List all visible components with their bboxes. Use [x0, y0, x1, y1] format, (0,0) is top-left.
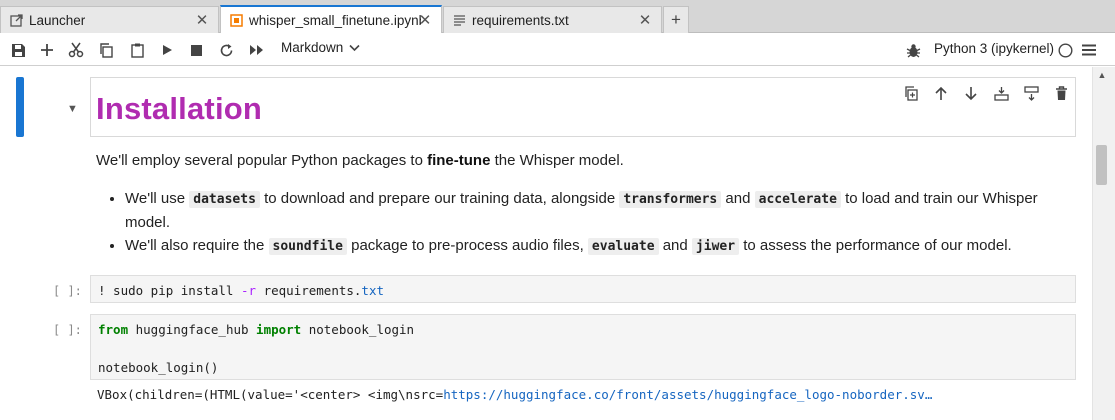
execution-prompt: [ ]: — [53, 323, 82, 337]
collapse-heading-icon[interactable]: ▼ — [67, 103, 78, 115]
tab-label: whisper_small_finetune.ipynb — [249, 12, 421, 28]
notebook-toolbar: Markdown Python 3 (ipykernel) — [0, 33, 1115, 66]
package-list: We'll use datasets to download and prepa… — [96, 187, 1056, 258]
cell-actions — [900, 83, 1072, 103]
new-tab-button[interactable]: + — [663, 6, 689, 33]
code-text: ! sudo pip install — [98, 283, 241, 298]
text: to assess the performance of our model. — [739, 237, 1012, 254]
cut-icon[interactable] — [66, 40, 86, 60]
duplicate-cell-icon[interactable] — [900, 83, 922, 103]
text: We'll use — [125, 190, 190, 207]
tab-launcher[interactable]: Launcher ✕ — [0, 6, 219, 33]
inline-code: accelerate — [754, 191, 841, 208]
stop-icon[interactable] — [186, 40, 206, 60]
cell-type-select[interactable]: Markdown — [281, 40, 360, 55]
code-text: requirements. — [256, 283, 362, 298]
inline-code: datasets — [189, 191, 260, 208]
notebook-panel: ▼ Installation We'll employ several popu… — [0, 67, 1092, 420]
text: package to pre-process audio files, — [346, 237, 588, 254]
fast-forward-icon[interactable] — [246, 40, 266, 60]
inline-code: evaluate — [587, 238, 659, 255]
output-text: VBox(children=(HTML(value='<center> <img… — [97, 387, 444, 402]
tab-requirements[interactable]: requirements.txt ✕ — [443, 6, 662, 33]
insert-above-icon[interactable] — [990, 83, 1012, 103]
text: the Whisper model. — [490, 152, 624, 169]
paste-icon[interactable] — [127, 40, 147, 60]
text: and — [658, 237, 692, 254]
scroll-up-icon[interactable]: ▲ — [1096, 70, 1108, 80]
code-attr: txt — [361, 283, 384, 298]
code-text: huggingface_hub — [128, 322, 257, 337]
code-text: notebook_login — [301, 322, 415, 337]
tab-bar: Launcher ✕ whisper_small_finetune.ipynb … — [0, 0, 1115, 33]
tab-notebook[interactable]: whisper_small_finetune.ipynb ✕ — [220, 5, 442, 33]
code-cell-pip-install[interactable]: ! sudo pip install -r requirements.txt — [90, 275, 1076, 303]
code-keyword: from — [98, 322, 129, 337]
close-icon[interactable]: ✕ — [637, 11, 653, 29]
tab-label: requirements.txt — [472, 12, 569, 28]
close-icon[interactable]: ✕ — [194, 11, 210, 29]
cell-output: VBox(children=(HTML(value='<center> <img… — [97, 387, 932, 402]
tab-label: Launcher — [29, 12, 86, 28]
code-text: notebook_login() — [98, 360, 219, 375]
execution-prompt: [ ]: — [53, 284, 82, 298]
debugger-bug-icon[interactable] — [903, 40, 923, 60]
external-launch-icon — [9, 13, 23, 27]
text: to download and prepare our training dat… — [259, 190, 620, 207]
menu-icon[interactable] — [1079, 40, 1099, 60]
scrollbar-thumb[interactable] — [1096, 145, 1107, 185]
inline-code: transformers — [619, 191, 722, 208]
heading-installation: Installation — [96, 91, 263, 126]
kernel-name[interactable]: Python 3 (ipykernel) — [934, 41, 1054, 56]
vertical-scrollbar[interactable]: ▲ — [1092, 67, 1115, 420]
inline-code: jiwer — [691, 238, 740, 255]
kernel-status-idle-icon — [1055, 40, 1075, 60]
restart-icon[interactable] — [216, 40, 236, 60]
move-up-icon[interactable] — [930, 83, 952, 103]
run-icon[interactable] — [157, 40, 177, 60]
intro-paragraph: We'll employ several popular Python pack… — [96, 150, 624, 172]
list-item: We'll also require the soundfile package… — [125, 234, 1056, 258]
delete-cell-icon[interactable] — [1050, 83, 1072, 103]
inline-code: soundfile — [268, 238, 347, 255]
text: We'll also require the — [125, 237, 269, 254]
bold-text: fine-tune — [427, 152, 491, 169]
output-url: https://huggingface.co/front/assets/hugg… — [443, 387, 933, 402]
close-icon[interactable]: ✕ — [417, 11, 433, 29]
code-cell-notebook-login[interactable]: from huggingface_hub import notebook_log… — [90, 314, 1076, 380]
notebook-icon — [229, 13, 243, 27]
save-icon[interactable] — [8, 40, 28, 60]
code-keyword: import — [256, 322, 302, 337]
code-flag: -r — [241, 283, 257, 298]
text: and — [721, 190, 755, 207]
text: We'll employ several popular Python pack… — [96, 152, 428, 169]
add-cell-icon[interactable] — [37, 40, 57, 60]
list-item: We'll use datasets to download and prepa… — [125, 187, 1056, 234]
cell-type-value: Markdown — [281, 40, 344, 55]
chevron-down-icon — [349, 40, 360, 55]
cell-collapser[interactable] — [16, 77, 24, 137]
text-file-icon — [452, 13, 466, 27]
copy-icon[interactable] — [96, 40, 116, 60]
insert-below-icon[interactable] — [1020, 83, 1042, 103]
move-down-icon[interactable] — [960, 83, 982, 103]
